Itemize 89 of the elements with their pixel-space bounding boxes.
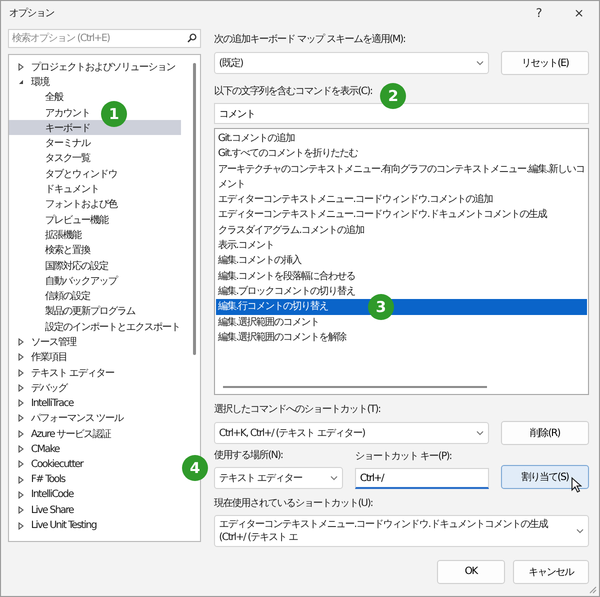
field-label: 次の追加キーボード マップ スキームを適用(M): [214, 33, 406, 47]
field-label: ショートカット キー(P): [355, 450, 452, 464]
mouse-pointer-icon [571, 477, 582, 493]
scope-dropdown[interactable]: テキスト エディター [214, 467, 343, 489]
current-usage-dropdown[interactable]: エディターコンテキストメニュー.コードウィンドウ.ドキュメントコメントの生成 (Ctrl+/ (テキスト エ [214, 515, 589, 547]
callout-badge: 1 [101, 101, 127, 128]
tree-item[interactable]: 検索と置換 [9, 242, 90, 258]
reset-button[interactable]: リセット(E) [501, 51, 589, 75]
tree-item[interactable]: F# Tools [9, 472, 65, 488]
tree-item[interactable]: Live Unit Testing [9, 518, 96, 534]
tree-item[interactable]: 全般 [9, 90, 63, 105]
tree-item[interactable]: タスク一覧 [9, 150, 90, 166]
ok-button[interactable]: OK [437, 560, 505, 584]
command-item[interactable]: 編集.コメントを段落幅に合わせる [216, 268, 587, 284]
search-icon [187, 33, 197, 43]
tree-item[interactable]: IntelliTrace [9, 396, 74, 411]
command-item[interactable]: アーキテクチャのコンテキストメニュー.有向グラフのコンテキストメニュー.編集.新しいコメント [216, 162, 587, 192]
chevron-down-icon [330, 474, 338, 482]
command-item[interactable]: エディターコンテキストメニュー.コードウィンドウ.コメントの追加 [216, 192, 587, 208]
tree-item[interactable]: タブとウィンドウ [9, 166, 117, 182]
tree-item[interactable]: 国際対応の設定 [9, 258, 108, 274]
command-item[interactable]: クラスダイアグラム.コメントの追加 [216, 222, 587, 238]
collapsed-triangle-icon[interactable] [17, 445, 25, 454]
tree-item[interactable]: 信頼の設定 [9, 288, 90, 304]
scrollbar-thumb[interactable] [223, 386, 487, 388]
command-item[interactable]: 編集.選択範囲のコメントを解除 [216, 330, 587, 346]
tree-item[interactable]: プロジェクトおよびソリューション [9, 59, 175, 74]
collapsed-triangle-icon[interactable] [17, 506, 25, 514]
assign-button[interactable]: 割り当て(S) [501, 465, 589, 489]
chevron-down-icon [476, 59, 484, 67]
callout-badge: 3 [368, 294, 394, 320]
collapsed-triangle-icon[interactable] [17, 338, 25, 346]
delete-button[interactable]: 削除(R) [501, 421, 589, 445]
chevron-down-icon [476, 429, 484, 437]
shortcut-key-field[interactable]: Ctrl+/ [355, 468, 489, 489]
command-item[interactable]: エディターコンテキストメニュー.コードウィンドウ.ドキュメントコメントの生成 [216, 207, 587, 223]
tree-item[interactable]: ターミナル [9, 135, 90, 151]
tree-item[interactable]: ドキュメント [9, 181, 99, 197]
tree-item[interactable]: キーボード [9, 120, 181, 136]
tree-item[interactable]: Cookiecutter [9, 456, 83, 472]
tree-item[interactable]: テキスト エディター [9, 364, 114, 380]
tree-item[interactable]: 製品の更新プログラム [9, 304, 135, 320]
command-item[interactable]: 表示.コメント [216, 238, 587, 254]
collapsed-triangle-icon[interactable] [17, 368, 25, 377]
tree-item[interactable]: Live Share [9, 502, 74, 518]
tree-item[interactable]: プレビュー機能 [9, 212, 108, 228]
collapsed-triangle-icon[interactable] [17, 460, 25, 468]
window-title: オプション [9, 6, 55, 20]
command-item[interactable]: Git.すべてのコメントを折りたたむ [216, 146, 587, 162]
collapsed-triangle-icon[interactable] [17, 399, 25, 408]
collapsed-triangle-icon[interactable] [17, 430, 25, 438]
tree-item[interactable]: IntelliCode [9, 487, 74, 503]
collapsed-triangle-icon[interactable] [17, 476, 25, 484]
callout-badge: 2 [380, 83, 406, 109]
resize-grip-icon[interactable] [589, 586, 597, 594]
collapsed-triangle-icon[interactable] [17, 414, 25, 422]
help-button[interactable]: ? [519, 1, 559, 25]
tree-item[interactable]: ソース管理 [9, 334, 76, 350]
tree-item[interactable]: 自動バックアップ [9, 273, 117, 288]
field-label: 現在使用されているショートカット(U): [214, 497, 372, 511]
field-label: 以下の文字列を含むコマンドを表示(C): [214, 85, 372, 99]
collapsed-triangle-icon[interactable] [17, 490, 25, 499]
tree-item[interactable]: 拡張機能 [9, 227, 81, 243]
command-item[interactable]: 編集.コメントの挿入 [216, 253, 587, 269]
field-label: 使用する場所(N): [214, 449, 283, 463]
command-item[interactable]: Git.コメントの追加 [216, 131, 587, 146]
expanded-triangle-icon[interactable] [17, 78, 25, 86]
chevron-down-icon [576, 527, 584, 535]
collapsed-triangle-icon[interactable] [17, 522, 25, 530]
tree-item[interactable]: デバッグ [9, 380, 67, 396]
tree-item[interactable]: 作業項目 [9, 350, 67, 365]
tree-item[interactable]: CMake [9, 441, 60, 457]
tree-item[interactable]: 環境 [9, 74, 49, 90]
tree-item[interactable]: Azure サービス認証 [9, 426, 111, 442]
tree-item[interactable]: パフォーマンス ツール [9, 410, 124, 426]
field-label: 選択したコマンドへのショートカット(T): [214, 403, 380, 417]
scheme-dropdown[interactable]: (既定) [214, 52, 489, 74]
close-button[interactable]: × [559, 1, 599, 25]
tree-item[interactable]: アカウント [9, 104, 90, 120]
scrollbar-thumb[interactable] [193, 63, 196, 355]
tree-item[interactable]: 設定のインポートとエクスポート [9, 319, 180, 334]
command-filter-field[interactable]: コメント [214, 103, 589, 124]
tree-item[interactable]: フォントおよび色 [9, 196, 117, 212]
cancel-button[interactable]: キャンセル [513, 560, 589, 584]
shortcut-dropdown[interactable]: Ctrl+K, Ctrl+/ (テキスト エディター) [214, 422, 489, 444]
search-field[interactable]: 検索オプション (Ctrl+E) [8, 29, 201, 48]
collapsed-triangle-icon[interactable] [17, 62, 25, 71]
collapsed-triangle-icon[interactable] [17, 353, 25, 362]
collapsed-triangle-icon[interactable] [17, 384, 25, 392]
